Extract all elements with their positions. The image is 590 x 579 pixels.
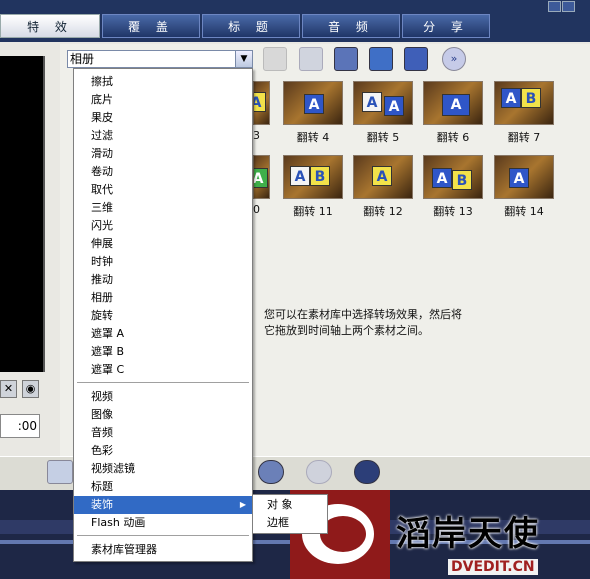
decoration-submenu: 对 象 边框: [252, 494, 328, 534]
timecode-field[interactable]: :00: [0, 414, 40, 438]
thumb-label: 翻转 13: [433, 205, 473, 218]
transition-thumb[interactable]: A: [283, 81, 343, 125]
menu-item[interactable]: 底片: [74, 91, 252, 109]
menu-item[interactable]: 闪光: [74, 217, 252, 235]
menu-item[interactable]: 擦拭: [74, 73, 252, 91]
tab-title[interactable]: 标 题: [202, 14, 300, 38]
thumb-label: 翻转 12: [363, 205, 403, 218]
restore-icon[interactable]: [562, 1, 575, 12]
submenu-item-object[interactable]: 对 象: [253, 496, 327, 514]
hint-line: 您可以在素材库中选择转场效果，然后将: [264, 308, 462, 321]
open-folder-icon[interactable]: [47, 460, 73, 484]
transition-thumb[interactable]: A: [494, 155, 554, 199]
thumb-label: 翻转 11: [293, 205, 333, 218]
menu-item[interactable]: 时钟: [74, 253, 252, 271]
menu-item[interactable]: 旋转: [74, 307, 252, 325]
menu-separator: [77, 535, 249, 537]
minimize-icon[interactable]: [548, 1, 561, 12]
menu-item[interactable]: 滑动: [74, 145, 252, 163]
tab-overlay[interactable]: 覆 盖: [102, 14, 200, 38]
transition-thumb[interactable]: A: [353, 155, 413, 199]
folder-icon[interactable]: [263, 47, 287, 71]
menu-item[interactable]: 取代: [74, 181, 252, 199]
menu-item[interactable]: 伸展: [74, 235, 252, 253]
clock-icon[interactable]: [258, 460, 284, 484]
transition-thumb[interactable]: A: [253, 155, 270, 199]
menu-item[interactable]: 过滤: [74, 127, 252, 145]
tab-audio[interactable]: 音 频: [302, 14, 400, 38]
import-icon[interactable]: [299, 47, 323, 71]
menu-item[interactable]: 遮罩 C: [74, 361, 252, 379]
tab-share[interactable]: 分 享: [402, 14, 490, 38]
transition-thumb[interactable]: AA: [353, 81, 413, 125]
apply-icon[interactable]: [369, 47, 393, 71]
thumb-label: 翻转 4: [296, 131, 330, 144]
menu-item[interactable]: 图像: [74, 406, 252, 424]
snapshot-icon[interactable]: ◉: [22, 380, 39, 398]
submenu-arrow-icon: ▶: [239, 500, 246, 509]
hint-line: 它拖放到时间轴上两个素材之间。: [264, 324, 429, 337]
menu-item[interactable]: 视频: [74, 388, 252, 406]
chevron-down-icon[interactable]: ▼: [235, 51, 252, 67]
menu-item[interactable]: 遮罩 A: [74, 325, 252, 343]
tab-effects[interactable]: 特 效: [0, 14, 100, 38]
menu-item[interactable]: 视频滤镜: [74, 460, 252, 478]
thumb-label: 翻转 14: [504, 205, 544, 218]
watermark-brand: 滔岸天使: [396, 514, 540, 554]
menu-item[interactable]: 遮罩 B: [74, 343, 252, 361]
menu-item[interactable]: 推动: [74, 271, 252, 289]
transition-thumb[interactable]: AB: [423, 155, 483, 199]
menu-item[interactable]: 相册: [74, 289, 252, 307]
menu-item[interactable]: Flash 动画: [74, 514, 252, 532]
transition-thumb[interactable]: A: [423, 81, 483, 125]
library-hint-text: 您可以在素材库中选择转场效果，然后将 它拖放到时间轴上两个素材之间。: [264, 307, 564, 339]
menu-item[interactable]: 果皮: [74, 109, 252, 127]
library-category-value: 相册: [70, 52, 95, 66]
transition-thumb[interactable]: A: [253, 81, 270, 125]
transition-thumb[interactable]: AB: [494, 81, 554, 125]
library-category-select[interactable]: 相册 ▼: [67, 50, 253, 68]
cut-icon[interactable]: ✕: [0, 380, 17, 398]
watermark-url: DVEDIT.CN: [448, 559, 538, 575]
surround-icon[interactable]: [354, 460, 380, 484]
thumb-label: 翻转 7: [507, 131, 541, 144]
top-bar: 特 效 覆 盖 标 题 音 频 分 享: [0, 0, 590, 42]
menu-item-library-manager[interactable]: 素材库管理器: [74, 541, 252, 559]
thumb-label: 翻转 5: [366, 131, 400, 144]
menu-item[interactable]: 三维: [74, 199, 252, 217]
grid-view-icon[interactable]: [334, 47, 358, 71]
effects-icon[interactable]: [306, 460, 332, 484]
preview-window: [0, 56, 45, 372]
window-controls: [548, 0, 588, 13]
favorites-icon[interactable]: [404, 47, 428, 71]
menu-item[interactable]: 音频: [74, 424, 252, 442]
preview-controls: ✕ ◉: [0, 378, 43, 402]
menu-item-label: 装饰: [91, 498, 113, 511]
submenu-item-frame[interactable]: 边框: [253, 514, 327, 532]
menu-item-decoration[interactable]: 装饰 ▶: [74, 496, 252, 514]
main-tabs: 特 效 覆 盖 标 题 音 频 分 享: [0, 14, 590, 38]
category-dropdown-menu: 擦拭 底片 果皮 过滤 滑动 卷动 取代 三维 闪光 伸展 时钟 推动 相册 旋…: [73, 68, 253, 562]
menu-item[interactable]: 标题: [74, 478, 252, 496]
thumb-label: 翻转 6: [436, 131, 470, 144]
transition-thumb[interactable]: AB: [283, 155, 343, 199]
menu-item[interactable]: 卷动: [74, 163, 252, 181]
menu-item[interactable]: 色彩: [74, 442, 252, 460]
expand-icon[interactable]: »: [442, 47, 466, 71]
menu-separator: [77, 382, 249, 384]
